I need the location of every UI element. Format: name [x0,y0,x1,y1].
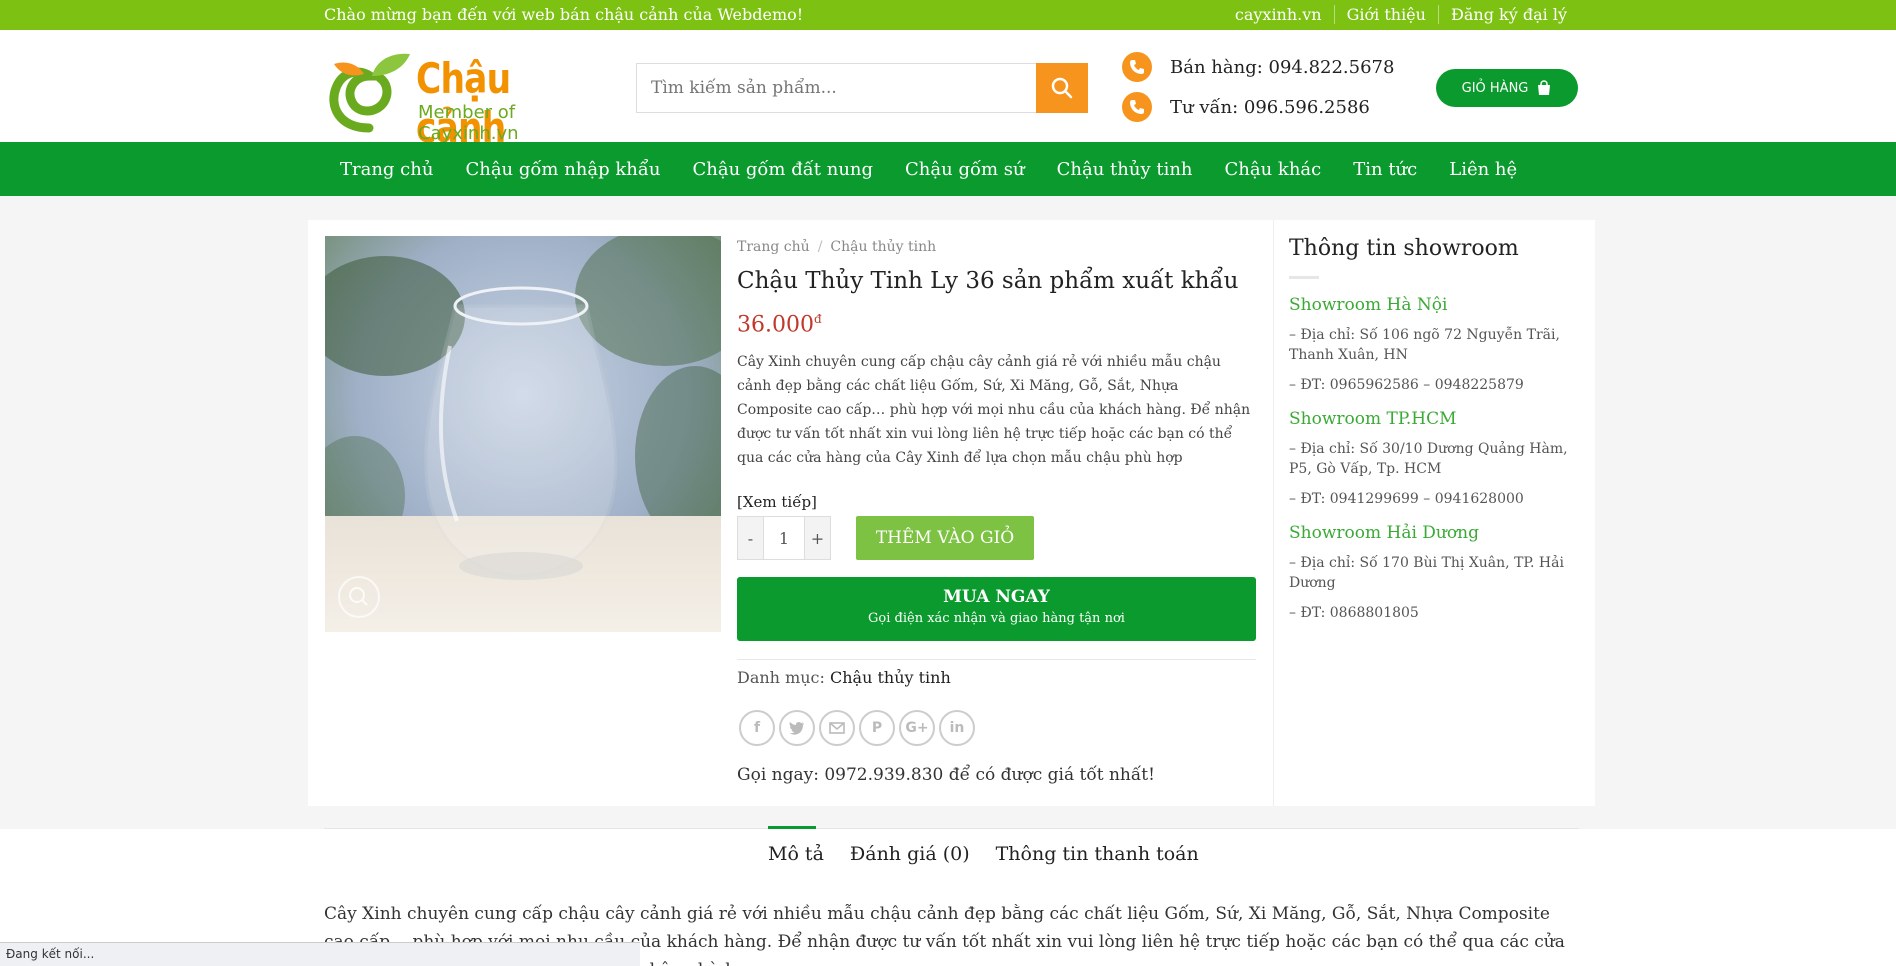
search-box [636,63,1088,113]
showroom-hcm: Showroom TP.HCM – Địa chỉ: Số 30/10 Dươn… [1289,409,1589,509]
tab-reviews[interactable]: Đánh giá (0) [850,843,970,865]
cart-label: GIỎ HÀNG [1461,80,1529,96]
top-link-cayxinh[interactable]: cayxinh.vn [1223,5,1334,24]
sales-contact: Bán hàng: 094.822.5678 [1122,52,1394,82]
product-tabs: Mô tả Đánh giá (0) Thông tin thanh toán [768,843,1199,865]
sidebar-title-underline [1289,276,1319,279]
browser-status-bar: Đang kết nối... [0,942,640,966]
price-currency: đ [813,312,822,326]
active-tab-indicator [768,826,816,829]
nav-item-imported-ceramic[interactable]: Chậu gốm nhập khẩu [449,159,676,180]
consult-contact: Tư vấn: 096.596.2586 [1122,92,1370,122]
divider [737,659,1256,660]
showroom-phone: – ĐT: 0868801805 [1289,605,1419,621]
nav-item-other[interactable]: Chậu khác [1209,159,1338,180]
showroom-address: – Địa chỉ: Số 170 Bùi Thị Xuân, TP. Hải … [1289,555,1564,591]
add-to-cart-button[interactable]: THÊM VÀO GIỎ [856,516,1034,560]
tab-description[interactable]: Mô tả [768,843,824,865]
product-section: Trang chủ / Chậu thủy tinh Chậu Thủy Tinh … [308,220,1595,806]
qty-plus-button[interactable]: + [805,517,830,559]
zoom-icon[interactable] [338,576,380,618]
buy-now-sublabel: Gọi điện xác nhận và giao hàng tận nơi [868,611,1125,626]
product-image[interactable] [325,236,721,632]
leaf-logo-icon [329,53,410,133]
sidebar-title: Thông tin showroom [1289,236,1519,261]
call-now-text: Gọi ngay: 0972.939.830 để có được giá tố… [737,765,1155,785]
breadcrumb-separator: / [817,239,823,255]
pinterest-icon[interactable]: P [859,710,895,746]
welcome-text: Chào mừng bạn đến với web bán chậu cảnh … [324,5,804,24]
nav-item-porcelain[interactable]: Chậu gốm sứ [889,159,1041,180]
nav-item-home[interactable]: Trang chủ [324,159,449,180]
showroom-address: – Địa chỉ: Số 106 ngõ 72 Nguyễn Trãi, Th… [1289,327,1560,363]
buy-now-button[interactable]: MUA NGAY Gọi điện xác nhận và giao hàng … [737,577,1256,641]
breadcrumb-home[interactable]: Trang chủ [737,239,810,255]
showroom-haiduong: Showroom Hải Dương – Địa chỉ: Số 170 Bùi… [1289,523,1589,623]
product-category: Danh mục: Chậu thủy tinh [737,668,951,687]
nav-item-terracotta[interactable]: Chậu gốm đất nung [676,159,889,180]
top-links: cayxinh.vn Giới thiệu Đăng ký đại lý [1223,5,1579,24]
main-nav: Trang chủ Chậu gốm nhập khẩu Chậu gốm đấ… [0,142,1896,196]
tab-payment-info[interactable]: Thông tin thanh toán [996,843,1199,865]
site-header: Chậu cảnh Member of Cayxinh.vn Bán hàng:… [0,30,1896,152]
search-icon [1051,77,1073,99]
category-link[interactable]: Chậu thủy tinh [830,668,951,687]
tabs-divider [324,828,1579,829]
facebook-icon[interactable]: f [739,710,775,746]
showroom-name: Showroom Hải Dương [1289,523,1479,543]
linkedin-icon[interactable]: in [939,710,975,746]
product-price: 36.000đ [737,312,822,337]
showroom-phone: – ĐT: 0941299699 – 0941628000 [1289,491,1524,507]
breadcrumb: Trang chủ / Chậu thủy tinh [737,239,936,255]
showroom-address: – Địa chỉ: Số 30/10 Dương Quảng Hàm, P5,… [1289,441,1568,477]
cart-button[interactable]: GIỎ HÀNG [1436,69,1578,107]
sales-phone-text[interactable]: Bán hàng: 094.822.5678 [1170,57,1394,78]
category-label: Danh mục: [737,668,825,687]
site-logo[interactable]: Chậu cảnh Member of Cayxinh.vn [324,40,604,152]
nav-item-contact[interactable]: Liên hệ [1433,159,1533,180]
search-button[interactable] [1036,63,1088,113]
showroom-name: Showroom TP.HCM [1289,409,1457,429]
nav-item-glass[interactable]: Chậu thủy tinh [1041,159,1209,180]
glass-product-photo [325,236,721,632]
qty-input[interactable]: 1 [763,517,805,559]
qty-minus-button[interactable]: - [738,517,763,559]
product-short-description: Cây Xinh chuyên cung cấp chậu cây cảnh g… [737,354,1251,466]
twitter-icon[interactable] [779,710,815,746]
logo-member-text: Member of Cayxinh.vn [418,102,519,144]
consult-phone-text[interactable]: Tư vấn: 096.596.2586 [1170,97,1370,118]
showroom-hanoi: Showroom Hà Nội – Địa chỉ: Số 106 ngõ 72… [1289,295,1589,395]
phone-icon [1122,52,1152,82]
top-link-dealer[interactable]: Đăng ký đại lý [1437,5,1579,24]
read-more-link[interactable]: [Xem tiếp] [737,493,817,511]
quantity-stepper: - 1 + [737,516,831,560]
email-icon[interactable] [819,710,855,746]
product-title: Chậu Thủy Tinh Ly 36 sản phẩm xuất khẩu [737,268,1239,294]
share-icons: f P G+ in [739,710,975,746]
search-input[interactable] [637,64,1037,112]
google-plus-icon[interactable]: G+ [899,710,935,746]
sidebar-divider [1273,220,1274,806]
price-value: 36.000 [737,312,814,338]
top-link-about[interactable]: Giới thiệu [1333,5,1438,24]
buy-now-label: MUA NGAY [943,587,1050,607]
showroom-phone: – ĐT: 0965962586 – 0948225879 [1289,377,1524,393]
nav-item-news[interactable]: Tin tức [1337,159,1433,180]
showroom-name: Showroom Hà Nội [1289,295,1448,315]
phone-icon [1122,92,1152,122]
breadcrumb-category[interactable]: Chậu thủy tinh [830,239,936,255]
top-bar: Chào mừng bạn đến với web bán chậu cảnh … [0,0,1896,30]
cart-bag-icon [1538,80,1551,95]
